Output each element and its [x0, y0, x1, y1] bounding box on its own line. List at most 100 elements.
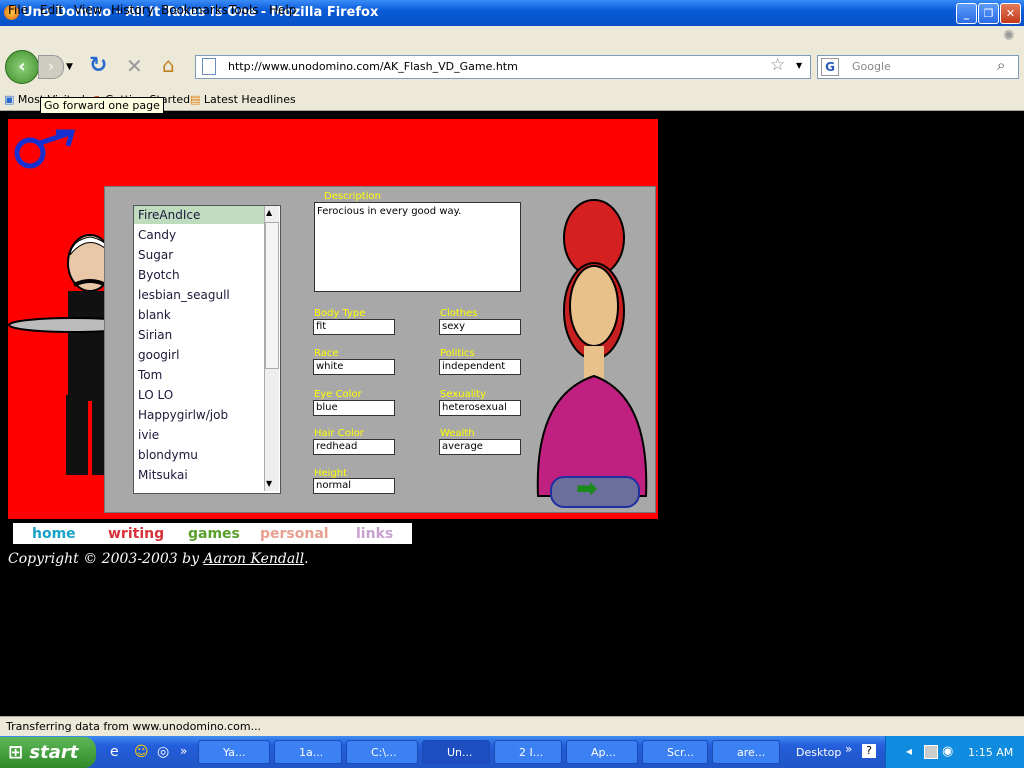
copyright-text: Copyright © 2003-2003 by	[8, 551, 204, 567]
tray-collapse-icon[interactable]: ◂	[906, 744, 912, 758]
race-label: Race	[314, 348, 339, 359]
body-type-label: Body Type	[314, 308, 366, 319]
throbber-icon: ✺	[1003, 28, 1015, 44]
url-text[interactable]: http://www.unodomino.com/AK_Flash_VD_Gam…	[228, 60, 518, 73]
quick-launch-messenger-icon[interactable]: ☺	[134, 744, 149, 760]
list-item[interactable]: Sugar	[138, 248, 173, 262]
list-item[interactable]: Byotch	[138, 268, 180, 282]
menu-file[interactable]: File	[8, 3, 28, 17]
windows-logo-icon: ⊞	[8, 742, 24, 763]
wealth-label: Wealth	[440, 428, 475, 439]
list-item[interactable]: Sirian	[138, 328, 172, 342]
politics-label: Politics	[440, 348, 475, 359]
politics-field: independent	[439, 359, 521, 375]
taskbar-task[interactable]: 1a...	[274, 740, 342, 764]
list-item[interactable]: FireAndIce	[138, 208, 200, 222]
bookmark-latest-headlines[interactable]: ▤ Latest Headlines	[190, 93, 296, 106]
hair-color-label: Hair Color	[314, 428, 364, 439]
description-label: Description	[324, 191, 381, 202]
list-item[interactable]: ivie	[138, 428, 159, 442]
scroll-down-icon[interactable]: ▼	[266, 479, 272, 488]
help-icon[interactable]: ?	[862, 744, 876, 758]
eye-color-field: blue	[313, 400, 395, 416]
back-button[interactable]: ‹	[5, 50, 39, 84]
scroll-up-icon[interactable]: ▲	[266, 208, 272, 217]
list-item[interactable]: googirl	[138, 348, 180, 362]
search-input[interactable]	[817, 55, 1019, 79]
scroll-thumb[interactable]	[265, 222, 279, 369]
stop-icon[interactable]: ✕	[126, 54, 143, 78]
bookmark-folder-icon: ▣	[4, 93, 15, 106]
list-item[interactable]: LO LO	[138, 388, 173, 402]
menu-help[interactable]: Help	[269, 3, 296, 17]
copyright-notice: Copyright © 2003-2003 by Aaron Kendall.	[8, 551, 309, 567]
forward-button[interactable]: ›	[38, 55, 64, 79]
copyright-period: .	[304, 551, 309, 567]
close-button[interactable]: ✕	[1000, 3, 1021, 24]
forward-tooltip: Go forward one page	[40, 97, 164, 114]
hair-color-field: redhead	[313, 439, 395, 455]
clothes-label: Clothes	[440, 308, 478, 319]
volume-icon[interactable]: ◉	[942, 744, 953, 759]
taskbar-task[interactable]: C:\...	[346, 740, 418, 764]
status-text: Transferring data from www.unodomino.com…	[6, 720, 262, 733]
taskbar-task[interactable]: Ap...	[566, 740, 638, 764]
desktop-toolbar-label[interactable]: Desktop	[796, 746, 841, 759]
eye-color-label: Eye Color	[314, 389, 362, 400]
quick-launch-ie-icon[interactable]: e	[110, 744, 119, 760]
quick-launch-browser-icon[interactable]: ◎	[157, 744, 169, 760]
page-icon	[202, 58, 216, 75]
taskbar-task[interactable]: Ya...	[198, 740, 270, 764]
race-field: white	[313, 359, 395, 375]
url-dropdown-icon[interactable]: ▼	[796, 61, 802, 70]
list-item[interactable]: lesbian_seagull	[138, 288, 230, 302]
network-icon[interactable]	[924, 745, 938, 759]
rss-feed-icon: ▤	[190, 93, 201, 106]
height-field: normal	[313, 478, 395, 494]
nav-link-links[interactable]: links	[356, 526, 393, 542]
list-item[interactable]: Candy	[138, 228, 176, 242]
arrow-right-icon[interactable]: ➡	[576, 474, 598, 504]
menu-view[interactable]: View	[74, 3, 102, 17]
start-label: start	[29, 742, 79, 763]
menu-tools[interactable]: Tools	[229, 3, 259, 17]
taskbar-task[interactable]: 2 I...	[494, 740, 562, 764]
bookmark-star-icon[interactable]: ☆	[770, 55, 785, 75]
menu-bar	[0, 26, 1024, 46]
list-item[interactable]: blank	[138, 308, 171, 322]
sexuality-label: Sexuality	[440, 389, 487, 400]
list-item[interactable]: blondymu	[138, 448, 198, 462]
nav-link-games[interactable]: games	[188, 526, 240, 542]
body-type-field: fit	[313, 319, 395, 335]
clothes-field: sexy	[439, 319, 521, 335]
quick-launch-more-icon[interactable]: »	[180, 744, 187, 758]
author-link[interactable]: Aaron Kendall	[203, 551, 304, 567]
menu-bookmarks[interactable]: Bookmarks	[161, 3, 228, 17]
google-search-engine-icon[interactable]: G	[821, 58, 839, 76]
list-item[interactable]: Mitsukai	[138, 468, 188, 482]
list-item[interactable]: Tom	[138, 368, 162, 382]
search-placeholder: Google	[852, 60, 891, 73]
maximize-button[interactable]: ❐	[978, 3, 999, 24]
nav-link-home[interactable]: home	[32, 526, 76, 542]
male-symbol-icon	[14, 129, 76, 169]
list-item[interactable]: Happygirlw/job	[138, 408, 228, 422]
menu-history[interactable]: History	[111, 3, 154, 17]
nav-link-personal[interactable]: personal	[260, 526, 329, 542]
menu-edit[interactable]: Edit	[40, 3, 63, 17]
reload-icon[interactable]: ↻	[89, 53, 107, 78]
woman-illustration	[536, 199, 648, 497]
toolbar-chevron-icon[interactable]: »	[845, 742, 852, 756]
wealth-field: average	[439, 439, 521, 455]
minimize-button[interactable]: _	[956, 3, 977, 24]
home-icon[interactable]: ⌂	[162, 53, 175, 77]
start-button[interactable]: ⊞ start	[0, 737, 96, 768]
history-dropdown-icon[interactable]: ▼	[66, 62, 73, 72]
sexuality-field: heterosexual	[439, 400, 521, 416]
search-magnifier-icon[interactable]: ⌕	[997, 56, 1005, 74]
bookmark-label: Latest Headlines	[203, 93, 296, 106]
taskbar-task-active[interactable]: Un...	[422, 740, 490, 764]
nav-link-writing[interactable]: writing	[108, 526, 164, 542]
taskbar-task[interactable]: are...	[712, 740, 780, 764]
taskbar-task[interactable]: Scr...	[642, 740, 708, 764]
